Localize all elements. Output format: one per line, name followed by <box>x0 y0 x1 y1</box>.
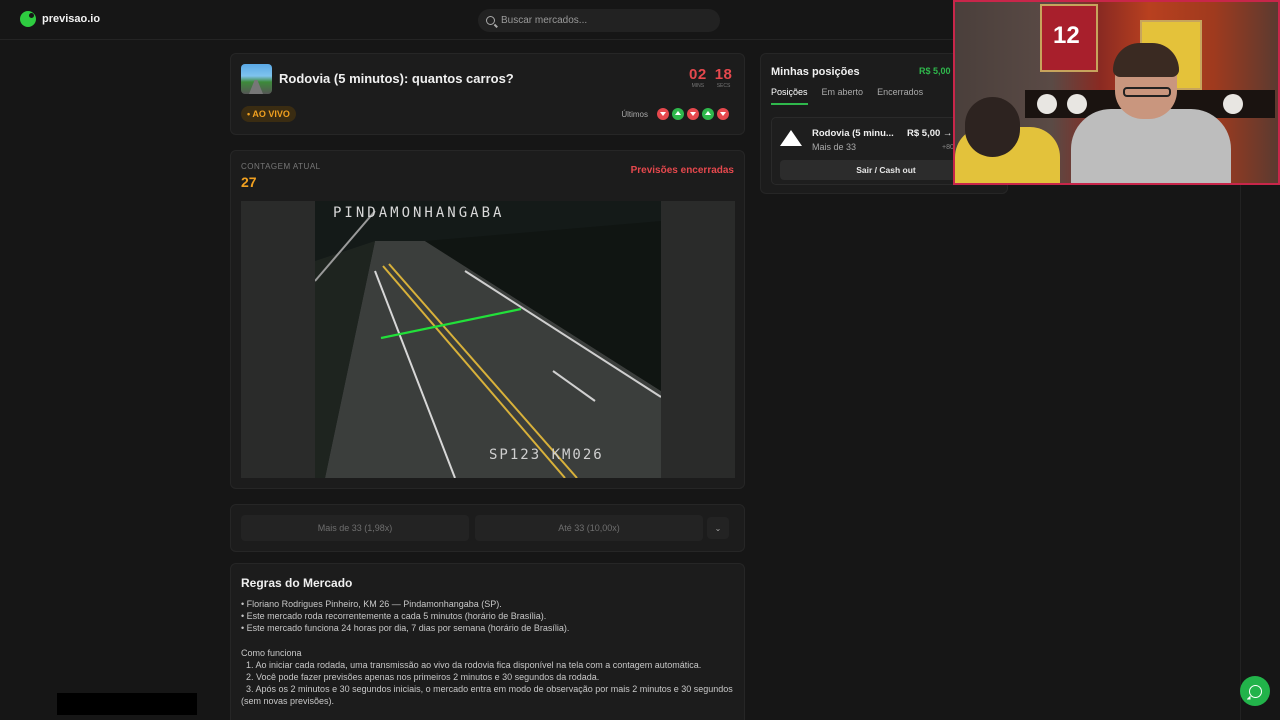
position-name: Rodovia (5 minu... <box>812 128 894 139</box>
chat-button[interactable] <box>1240 676 1270 706</box>
road-scene <box>315 210 661 478</box>
webcam-overlay: 12 <box>953 0 1280 185</box>
bet-option-up-to-button[interactable]: Até 33 (10,00x) <box>475 515 703 541</box>
timer-minutes-label: mins <box>691 83 705 89</box>
result-down-icon <box>687 108 699 120</box>
position-outcome: Mais de 33 <box>812 142 857 152</box>
logo-icon <box>20 11 36 27</box>
rules-line: • Este mercado roda recorrentemente a ca… <box>241 611 547 622</box>
result-down-icon <box>717 108 729 120</box>
up-triangle-icon <box>780 130 802 146</box>
market-header-card: Rodovia (5 minutos): quantos carros? 02 … <box>230 53 745 135</box>
count-label: CONTAGEM ATUAL <box>241 162 321 171</box>
bet-options-card: Mais de 33 (1,98x) Até 33 (10,00x) ⌄ <box>230 504 745 552</box>
tab-positions[interactable]: Posições <box>771 87 808 105</box>
how-it-works-line: 3. Após os 2 minutos e 30 segundos inici… <box>241 684 736 707</box>
camera-image <box>315 201 661 478</box>
result-down-icon <box>657 108 669 120</box>
recent-results: Últimos <box>621 108 729 120</box>
timer-seconds-value: 18 <box>714 66 733 83</box>
chat-icon <box>1248 684 1262 698</box>
camera-km-overlay: SP123 KM026 <box>489 447 604 463</box>
chevron-down-icon: ⌄ <box>714 523 722 533</box>
result-up-icon <box>672 108 684 120</box>
bet-option-more-button[interactable]: Mais de 33 (1,98x) <box>241 515 469 541</box>
redacted-box <box>57 693 197 715</box>
search-box[interactable] <box>478 9 720 32</box>
rules-title: Regras do Mercado <box>241 576 353 590</box>
result-up-icon <box>702 108 714 120</box>
logo[interactable]: previsao.io <box>20 11 100 27</box>
market-title: Rodovia (5 minutos): quantos carros? <box>279 71 514 86</box>
timer-minutes: 02 mins <box>689 66 707 89</box>
positions-title: Minhas posições <box>771 66 860 78</box>
rules-body: • Floriano Rodrigues Pinheiro, KM 26 — P… <box>241 598 736 708</box>
positions-tabs: Posições Em aberto Encerrados <box>771 87 923 105</box>
timer-minutes-value: 02 <box>689 66 707 83</box>
how-it-works-line: 2. Você pode fazer previsões apenas nos … <box>241 672 600 683</box>
rules-line: • Este mercado funciona 24 horas por dia… <box>241 623 570 634</box>
person-left <box>955 97 1065 183</box>
person-right <box>1065 43 1235 183</box>
how-it-works-title: Como funciona <box>241 647 302 658</box>
tab-closed[interactable]: Encerrados <box>877 87 923 105</box>
logo-text: previsao.io <box>42 13 101 25</box>
count-value: 27 <box>241 174 257 190</box>
recent-results-dots <box>657 108 729 120</box>
timer-seconds: 18 secs <box>715 66 733 89</box>
recent-results-label: Últimos <box>621 109 648 119</box>
timer-seconds-label: secs <box>716 83 731 89</box>
jersey-number: 12 <box>1053 22 1080 49</box>
search-input[interactable] <box>501 15 701 26</box>
predictions-status: Previsões encerradas <box>630 165 734 176</box>
camera-card: CONTAGEM ATUAL 27 Previsões encerradas P… <box>230 150 745 489</box>
position-value: R$ 5,00 → <box>907 128 953 139</box>
tab-open[interactable]: Em aberto <box>822 87 864 105</box>
live-badge: • AO VIVO <box>241 106 296 122</box>
search-icon <box>486 16 495 25</box>
camera-location-overlay: PINDAMONHANGABA <box>333 205 505 221</box>
market-thumbnail <box>241 64 272 94</box>
rules-line: • Floriano Rodrigues Pinheiro, KM 26 — P… <box>241 599 502 609</box>
live-camera-feed: PINDAMONHANGABA SP123 KM026 <box>241 201 735 478</box>
rules-card: Regras do Mercado • Floriano Rodrigues P… <box>230 563 745 720</box>
countdown-timer: 02 mins 18 secs <box>689 66 732 89</box>
positions-total: R$ 5,00 <box>919 66 951 76</box>
how-it-works-line: 1. Ao iniciar cada rodada, uma transmiss… <box>241 659 702 670</box>
expand-options-button[interactable]: ⌄ <box>707 517 729 539</box>
